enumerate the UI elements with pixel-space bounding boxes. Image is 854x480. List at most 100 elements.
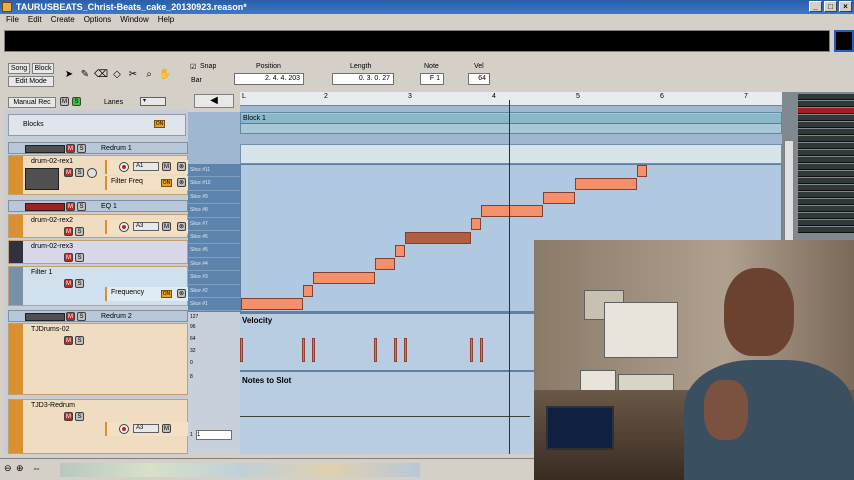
lane-mute-button[interactable]: M <box>162 424 171 433</box>
solo-button[interactable]: S <box>75 253 84 262</box>
pencil-tool-icon[interactable]: ✎ <box>78 68 92 82</box>
on-button[interactable]: ON <box>161 290 172 298</box>
velocity-bar[interactable] <box>302 338 305 362</box>
lane-delete-icon[interactable]: ⊗ <box>177 178 186 187</box>
lane-select[interactable]: A3 <box>133 222 159 231</box>
solo-all-button[interactable]: S <box>72 97 81 106</box>
edit-mode-button[interactable]: Edit Mode <box>8 76 54 87</box>
track-eq-1[interactable]: M S EQ 1 <box>8 200 188 212</box>
lane-tjd3-redrum[interactable]: TJD3-Redrum M S A3 M <box>8 399 189 454</box>
lane-delete-icon[interactable]: ⊗ <box>177 289 186 298</box>
solo-button[interactable]: S <box>75 412 84 421</box>
manual-rec-button[interactable]: Manual Rec <box>8 97 56 108</box>
mute-button[interactable]: M <box>64 279 73 288</box>
lane-filter-1[interactable]: Filter 1 M S Frequency ON ⊗ <box>8 266 189 306</box>
solo-button[interactable]: S <box>77 312 86 321</box>
length-field[interactable]: 0. 3. 0. 27 <box>332 73 394 85</box>
note[interactable] <box>543 192 575 204</box>
lane-delete-icon[interactable]: ⊗ <box>177 222 186 231</box>
note-field[interactable]: F 1 <box>420 73 444 85</box>
vel-field[interactable]: 64 <box>468 73 490 85</box>
mute-button[interactable]: M <box>66 202 75 211</box>
solo-button[interactable]: S <box>75 279 84 288</box>
lane-select[interactable]: A1 <box>133 162 159 171</box>
mute-button[interactable]: M <box>64 253 73 262</box>
mute-button[interactable]: M <box>64 168 73 177</box>
zoom-fit-icon[interactable]: ⇔ <box>32 463 41 473</box>
velocity-bar[interactable] <box>470 338 473 362</box>
record-button[interactable] <box>119 162 129 172</box>
velocity-bar[interactable] <box>312 338 315 362</box>
zoom-out-icon[interactable]: ⊖ <box>4 463 12 474</box>
lane-drum-02-rex2[interactable]: drum-02-rex2 M S A3 M ⊗ <box>8 214 189 238</box>
maximize-button[interactable]: □ <box>824 1 837 12</box>
block-clip[interactable]: Block 1 <box>241 114 781 124</box>
back-button[interactable]: ◀ <box>194 94 234 108</box>
on-button[interactable]: ON <box>161 179 172 187</box>
solo-button[interactable]: S <box>75 227 84 236</box>
arrow-tool-icon[interactable]: ➤ <box>62 68 76 82</box>
blocks-on-button[interactable]: ON <box>154 120 165 128</box>
snap-select[interactable]: Bar <box>191 77 202 84</box>
note[interactable] <box>375 258 395 270</box>
lane-drum-02-rex1[interactable]: drum-02-rex1 M S A1 M ⊗ Filter Freq ON ⊗ <box>8 155 189 195</box>
playhead[interactable] <box>509 100 510 454</box>
note[interactable] <box>471 218 481 230</box>
menu-help[interactable]: Help <box>158 14 174 26</box>
note[interactable] <box>241 298 303 310</box>
line-tool-icon[interactable]: ◇ <box>110 68 124 82</box>
note[interactable] <box>303 285 313 297</box>
velocity-bar[interactable] <box>374 338 377 362</box>
lane-select[interactable]: A3 <box>133 424 159 433</box>
velocity-bar[interactable] <box>480 338 483 362</box>
hand-tool-icon[interactable]: ✋ <box>158 68 172 82</box>
mute-button[interactable]: M <box>64 227 73 236</box>
scroll-thumb[interactable] <box>60 463 420 477</box>
magnify-tool-icon[interactable]: ⌕ <box>142 68 156 82</box>
lane-drum-02-rex3[interactable]: drum-02-rex3 M S <box>8 240 188 264</box>
lane-tjdrums-02[interactable]: TJDrums-02 M S <box>8 323 188 395</box>
record-button[interactable] <box>119 424 129 434</box>
minimize-button[interactable]: _ <box>809 1 822 12</box>
mute-all-button[interactable]: M <box>60 97 69 106</box>
menu-edit[interactable]: Edit <box>28 14 42 26</box>
velocity-bar[interactable] <box>404 338 407 362</box>
menu-window[interactable]: Window <box>120 14 148 26</box>
snap-checkbox[interactable]: ☑ <box>190 63 196 71</box>
track-redrum-2[interactable]: M S Redrum 2 <box>8 310 188 322</box>
mute-button[interactable]: M <box>64 336 73 345</box>
menu-options[interactable]: Options <box>84 14 112 26</box>
velocity-bar[interactable] <box>240 338 243 362</box>
close-button[interactable]: × <box>839 1 852 12</box>
note-selected[interactable] <box>405 232 471 244</box>
note[interactable] <box>313 272 375 284</box>
solo-button[interactable]: S <box>77 202 86 211</box>
volume-knob[interactable] <box>87 168 97 178</box>
mute-button[interactable]: M <box>66 312 75 321</box>
note[interactable] <box>481 205 543 217</box>
note[interactable] <box>637 165 647 177</box>
lane-mute-button[interactable]: M <box>162 222 171 231</box>
menu-file[interactable]: File <box>6 14 19 26</box>
lane-mute-button[interactable]: M <box>162 162 171 171</box>
note[interactable] <box>395 245 405 257</box>
position-field[interactable]: 2. 4. 4. 203 <box>234 73 304 85</box>
block-lane[interactable]: Block 1 <box>240 112 782 134</box>
lane-delete-icon[interactable]: ⊗ <box>177 162 186 171</box>
slot-field[interactable]: 1 <box>196 430 232 440</box>
solo-button[interactable]: S <box>75 168 84 177</box>
lanes-select[interactable]: ▾ <box>140 97 166 106</box>
solo-button[interactable]: S <box>75 336 84 345</box>
zoom-in-icon[interactable]: ⊕ <box>16 463 24 474</box>
block-button[interactable]: Block <box>32 63 54 74</box>
song-button[interactable]: Song <box>8 63 30 74</box>
menu-create[interactable]: Create <box>51 14 75 26</box>
solo-button[interactable]: S <box>77 144 86 153</box>
velocity-bar[interactable] <box>394 338 397 362</box>
timeline-ruler[interactable]: L 2 3 4 5 6 7 <box>240 92 782 106</box>
track-redrum-1[interactable]: M S Redrum 1 <box>8 142 188 154</box>
mute-button[interactable]: M <box>66 144 75 153</box>
razor-tool-icon[interactable]: ✂ <box>126 68 140 82</box>
record-button[interactable] <box>119 222 129 232</box>
eraser-tool-icon[interactable]: ⌫ <box>94 68 108 82</box>
